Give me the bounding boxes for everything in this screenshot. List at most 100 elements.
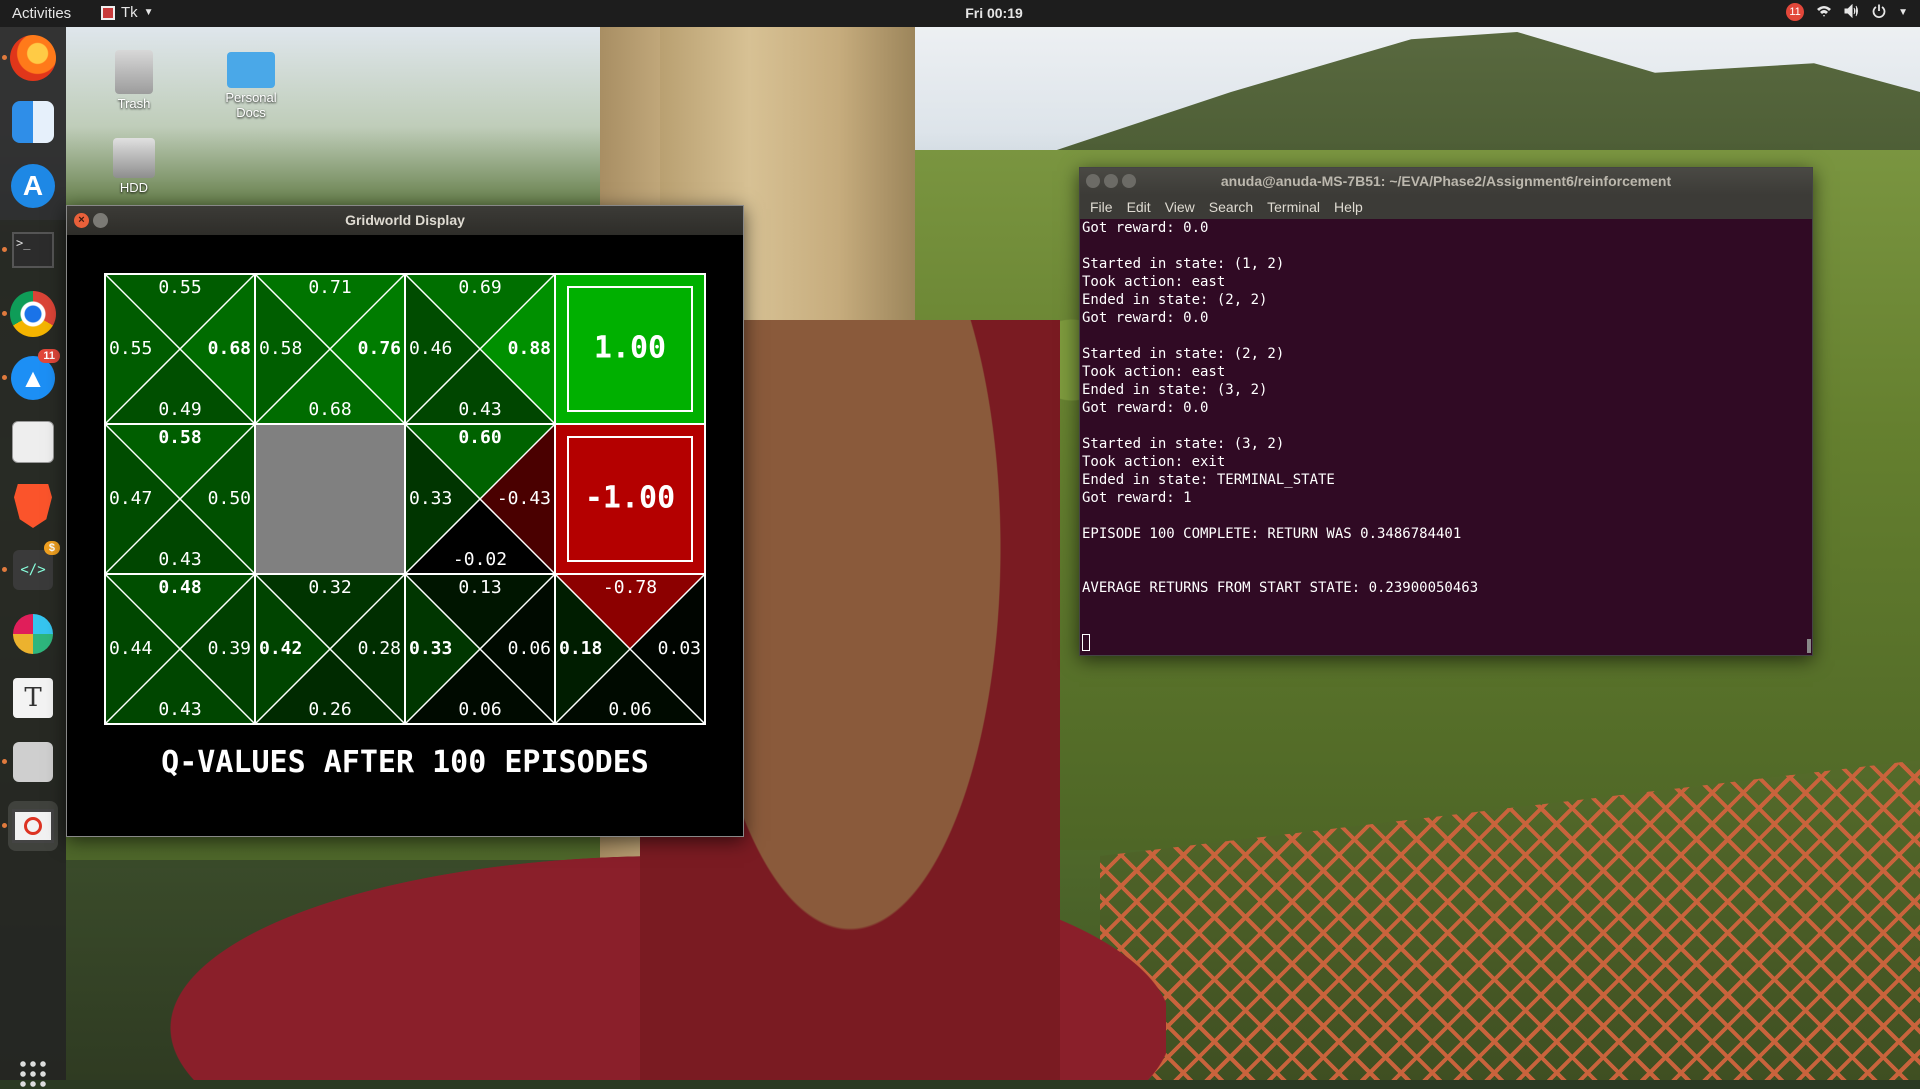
terminal-line: Took action: east <box>1082 364 1226 380</box>
terminal-value: -1.00 <box>585 481 675 516</box>
dock-item-paint[interactable] <box>2 737 58 787</box>
dock-item-code-editor[interactable]: </> $ <box>2 541 60 595</box>
notification-badge[interactable]: 11 <box>1786 3 1805 21</box>
terminal-line: Ended in state: (2, 2) <box>1082 292 1268 308</box>
q-value-south: 0.49 <box>158 399 201 420</box>
q-value-north: 0.60 <box>458 427 501 448</box>
dock-item-delta-chat[interactable]: ▲ 11 <box>2 349 60 403</box>
dock-item-typora[interactable]: T <box>8 673 58 723</box>
running-indicator <box>2 247 7 252</box>
volume-icon[interactable] <box>1844 3 1860 21</box>
running-indicator <box>2 375 7 380</box>
q-value-south: 0.68 <box>308 399 351 420</box>
desktop-icon-label: HDD <box>119 180 149 195</box>
minimize-icon[interactable] <box>93 213 108 228</box>
dock: A >_ ▲ 11 </> $ T <box>0 27 66 1089</box>
q-value-west: 0.33 <box>409 638 452 659</box>
window-title: Gridworld Display <box>345 212 465 228</box>
terminal-titlebar[interactable]: anuda@anuda-MS-7B51: ~/EVA/Phase2/Assign… <box>1080 168 1812 195</box>
terminal-scrollbar[interactable] <box>1807 639 1811 653</box>
maximize-icon[interactable] <box>1122 174 1136 188</box>
q-value-south: 0.43 <box>158 549 201 570</box>
desktop-icon-personal-docs[interactable]: Personal Docs <box>206 52 296 120</box>
system-tray[interactable]: 11 ▼ <box>1786 3 1908 21</box>
q-value-north: 0.48 <box>158 577 201 598</box>
close-icon[interactable] <box>1086 174 1100 188</box>
terminal-window: anuda@anuda-MS-7B51: ~/EVA/Phase2/Assign… <box>1079 167 1813 656</box>
dock-item-finder[interactable] <box>8 97 58 147</box>
dock-badge: $ <box>43 541 60 555</box>
q-value-north: 0.69 <box>458 277 501 298</box>
dock-item-chrome[interactable] <box>2 289 58 339</box>
desktop-icon-label: Personal Docs <box>225 90 277 120</box>
running-indicator <box>2 759 7 764</box>
desktop-icon-hdd[interactable]: HDD <box>89 138 179 195</box>
menu-file[interactable]: File <box>1084 199 1121 215</box>
clock[interactable]: Fri 00:19 <box>0 5 1920 21</box>
dock-item-firefox[interactable] <box>2 33 58 83</box>
dock-item-app-store[interactable]: A <box>8 161 58 211</box>
dock-item-tk[interactable] <box>2 801 58 851</box>
menu-search[interactable]: Search <box>1203 199 1261 215</box>
firefox-icon <box>10 35 56 81</box>
q-value-east: 0.68 <box>208 338 251 359</box>
terminal-line: AVERAGE RETURNS FROM START STATE: 0.2390… <box>1082 580 1479 596</box>
q-value-south: 0.43 <box>458 399 501 420</box>
gridworld-titlebar[interactable]: × Gridworld Display <box>67 206 743 235</box>
terminal-cursor <box>1082 633 1090 651</box>
window-controls <box>1086 174 1136 188</box>
finder-icon <box>12 101 54 143</box>
terminal-line: Got reward: 0.0 <box>1082 400 1209 416</box>
q-value-south: 0.43 <box>158 699 201 720</box>
terminal-line: Took action: exit <box>1082 454 1226 470</box>
gridworld-canvas: 0.55 0.49 0.55 0.68 0.71 0.68 0.58 0.76 0.69 0.43… <box>67 235 743 836</box>
terminal-output[interactable]: Got reward: 0.0 Started in state: (1, 2)… <box>1080 219 1812 651</box>
q-value-north: -0.78 <box>603 577 657 598</box>
typora-icon: T <box>13 678 53 718</box>
terminal-line: Got reward: 1 <box>1082 490 1192 506</box>
brave-icon <box>14 484 52 528</box>
minimize-icon[interactable] <box>1104 174 1118 188</box>
q-value-north: 0.13 <box>458 577 501 598</box>
terminal-line: Got reward: 0.0 <box>1082 310 1209 326</box>
menu-terminal[interactable]: Terminal <box>1261 199 1328 215</box>
running-indicator <box>2 55 7 60</box>
menu-help[interactable]: Help <box>1328 199 1371 215</box>
hard-drive-icon <box>113 138 155 178</box>
dock-item-brave[interactable] <box>8 481 58 531</box>
running-indicator <box>2 823 7 828</box>
dock-item-slack[interactable] <box>8 609 58 659</box>
dock-item-text-editor[interactable] <box>8 417 58 467</box>
menu-view[interactable]: View <box>1159 199 1203 215</box>
show-applications-icon[interactable] <box>18 1059 48 1089</box>
power-icon[interactable] <box>1872 4 1886 21</box>
desktop-icon-trash[interactable]: Trash <box>89 50 179 111</box>
terminal-value: 1.00 <box>594 331 666 366</box>
q-value-west: 0.55 <box>109 338 152 359</box>
folder-icon <box>227 52 275 88</box>
close-icon[interactable]: × <box>74 213 89 228</box>
q-value-west: 0.18 <box>559 638 602 659</box>
terminal-line: Got reward: 0.0 <box>1082 220 1209 236</box>
tk-app-icon <box>12 809 54 843</box>
code-editor-icon: </> <box>13 550 53 590</box>
q-value-west: 0.42 <box>259 638 302 659</box>
wifi-icon[interactable] <box>1816 4 1832 21</box>
system-menu-chevron-icon[interactable]: ▼ <box>1898 7 1908 18</box>
menu-edit[interactable]: Edit <box>1121 199 1159 215</box>
q-value-north: 0.58 <box>158 427 201 448</box>
q-value-east: 0.76 <box>358 338 401 359</box>
wall-cell <box>254 423 406 575</box>
q-value-south: 0.06 <box>458 699 501 720</box>
q-value-west: 0.44 <box>109 638 152 659</box>
terminal-line: Started in state: (2, 2) <box>1082 346 1285 362</box>
dock-item-terminal[interactable]: >_ <box>2 225 58 275</box>
q-value-east: 0.06 <box>508 638 551 659</box>
